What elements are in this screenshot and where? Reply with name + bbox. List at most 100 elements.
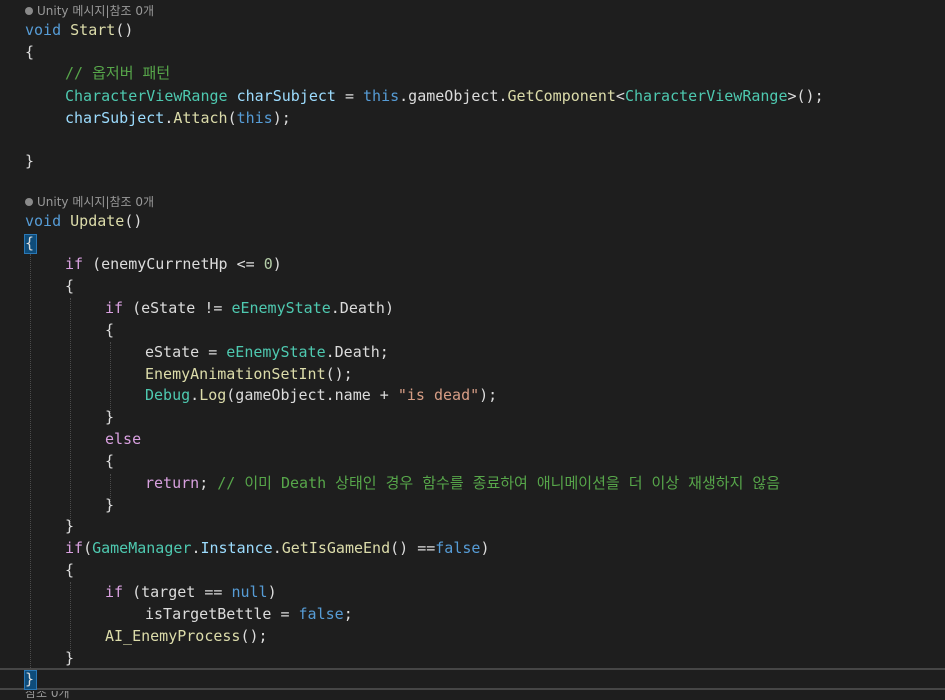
code-line[interactable]: { — [105, 450, 114, 472]
codelens-start[interactable]: Unity 메시지|참조 0개 — [25, 2, 154, 20]
code-token: { — [105, 452, 115, 470]
code-token: } — [105, 408, 115, 426]
code-token: { — [65, 277, 75, 295]
code-line[interactable]: { — [105, 319, 114, 341]
code-line[interactable]: Debug.Log(gameObject.name + "is dead"); — [145, 384, 497, 406]
code-line[interactable]: if(GameManager.Instance.GetIsGameEnd() =… — [65, 537, 489, 559]
code-token: . — [272, 539, 282, 557]
code-token: () == — [390, 539, 436, 557]
code-token: CharacterViewRange — [65, 87, 228, 105]
code-line[interactable]: if (target == null) — [105, 581, 277, 603]
code-token: Instance — [200, 539, 273, 557]
code-token: Start — [70, 21, 116, 39]
code-token: { — [65, 561, 75, 579]
indent-guide — [30, 254, 31, 668]
code-line[interactable]: { — [65, 559, 74, 581]
code-token: { — [25, 234, 35, 252]
code-line[interactable]: if (enemyCurrnetHp <= 0) — [65, 253, 282, 275]
code-token: ) — [267, 583, 277, 601]
code-token: ( — [227, 109, 237, 127]
code-token: (gameObject.name + — [226, 386, 398, 404]
code-token: eEnemyState — [226, 343, 326, 361]
code-line[interactable]: // 옵저버 패턴 — [65, 62, 170, 84]
code-token: >(); — [787, 87, 824, 105]
code-editor[interactable]: Unity 메시지|참조 0개 void Start() { // 옵저버 패턴… — [0, 0, 945, 700]
indent-guide — [110, 342, 111, 416]
code-token: . — [190, 386, 200, 404]
code-token: { — [25, 43, 35, 61]
code-token: if — [105, 299, 124, 317]
code-token: AI_EnemyProcess — [105, 627, 241, 645]
code-token: this — [236, 109, 273, 127]
code-token: EnemyAnimationSetInt — [145, 365, 326, 383]
code-line[interactable]: return; // 이미 Death 상태인 경우 함수를 종료하여 애니메이… — [145, 472, 780, 494]
indent-guide — [70, 298, 71, 526]
code-line[interactable]: } — [65, 647, 74, 669]
code-token: (eState != — [123, 299, 232, 317]
code-line[interactable]: } — [65, 515, 74, 537]
unity-icon — [25, 197, 33, 206]
code-token: .Death; — [325, 343, 389, 361]
bottom-codelens-strip: 참조 0개 — [0, 691, 945, 700]
code-line[interactable]: isTargetBettle = false; — [145, 603, 353, 625]
code-line[interactable]: void Update() — [25, 210, 142, 232]
code-line[interactable]: { — [25, 232, 34, 254]
code-line[interactable]: else — [105, 428, 141, 450]
code-token: (); — [325, 365, 353, 383]
code-line[interactable]: void Start() — [25, 19, 133, 41]
code-token: .Death) — [330, 299, 394, 317]
code-line[interactable]: } — [25, 150, 34, 172]
code-line[interactable]: } — [105, 406, 114, 428]
code-token: eEnemyState — [231, 299, 331, 317]
code-token: false — [298, 605, 344, 623]
code-token: CharacterViewRange — [624, 87, 788, 105]
code-token: } — [105, 496, 115, 514]
code-token: ); — [479, 386, 498, 404]
code-line[interactable]: } — [105, 494, 114, 516]
codelens-next[interactable]: 참조 0개 — [25, 691, 70, 700]
code-token: () — [115, 21, 134, 39]
code-token: Attach — [173, 109, 228, 127]
code-token: // 옵저버 패턴 — [65, 64, 171, 82]
code-line[interactable]: eState = eEnemyState.Death; — [145, 341, 389, 363]
indent-guide — [70, 582, 71, 656]
code-line[interactable]: } — [25, 668, 34, 690]
code-token: Debug — [145, 386, 191, 404]
code-token: return — [145, 474, 200, 492]
code-line[interactable]: CharacterViewRange charSubject = this.ga… — [65, 85, 824, 107]
code-token: if — [65, 539, 84, 557]
code-token: ); — [272, 109, 291, 127]
code-line[interactable]: { — [25, 41, 34, 63]
code-line[interactable]: AI_EnemyProcess(); — [105, 625, 268, 647]
code-token: GameManager — [92, 539, 192, 557]
code-token: = — [335, 87, 364, 105]
code-token: eState = — [145, 343, 227, 361]
codelens-update[interactable]: Unity 메시지|참조 0개 — [25, 193, 154, 211]
code-token: if — [105, 583, 124, 601]
code-line[interactable]: if (eState != eEnemyState.Death) — [105, 297, 394, 319]
code-token: GetIsGameEnd — [281, 539, 391, 557]
codelens-text: Unity 메시지|참조 0개 — [37, 195, 155, 209]
code-token: ; — [343, 605, 353, 623]
code-line[interactable]: EnemyAnimationSetInt(); — [145, 363, 353, 385]
code-token: void — [25, 21, 62, 39]
code-line[interactable]: { — [65, 275, 74, 297]
code-token: (target == — [123, 583, 232, 601]
code-token: isTargetBettle = — [145, 605, 299, 623]
code-token: .gameObject. — [399, 87, 508, 105]
code-token: this — [363, 87, 400, 105]
code-token: charSubject — [65, 109, 165, 127]
code-token: // 이미 Death 상태인 경우 함수를 종료하여 애니메이션을 더 이상 … — [217, 474, 781, 492]
code-token: Log — [199, 386, 227, 404]
code-token: 0 — [263, 255, 273, 273]
unity-icon — [25, 6, 33, 15]
code-token: { — [105, 321, 115, 339]
code-token: (enemyCurrnetHp <= — [83, 255, 264, 273]
code-line[interactable]: charSubject.Attach(this); — [65, 107, 291, 129]
code-token: } — [65, 517, 75, 535]
code-token: null — [231, 583, 268, 601]
code-token: ( — [83, 539, 93, 557]
code-token: Update — [70, 212, 125, 230]
